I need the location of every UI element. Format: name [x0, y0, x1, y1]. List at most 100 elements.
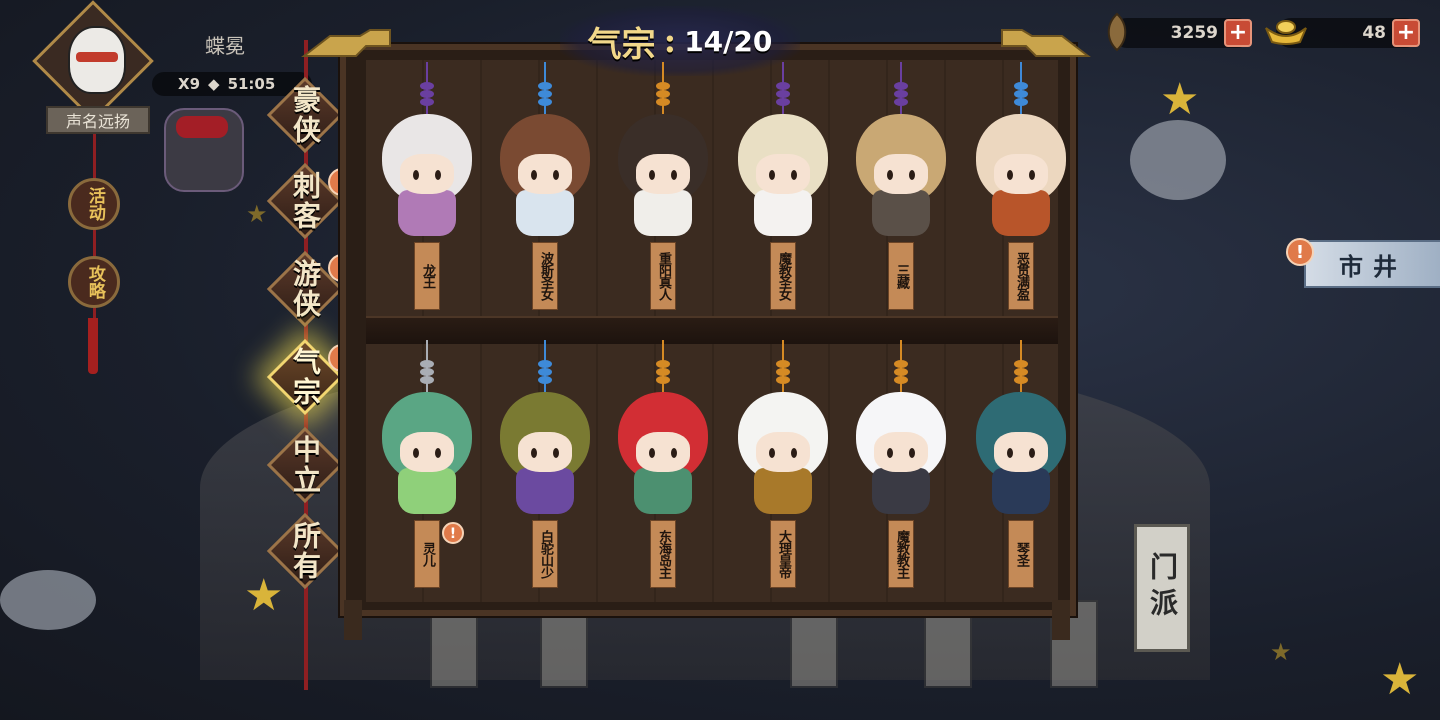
bead-icon — [420, 82, 434, 90]
star-icon: ★ — [1270, 638, 1292, 666]
character-slot[interactable]: 重阳真人 — [608, 62, 718, 322]
bead-icon — [420, 90, 434, 98]
pet-charm-icon[interactable] — [164, 108, 244, 192]
bead-icon — [894, 368, 908, 376]
bead-icon — [1014, 82, 1028, 90]
star-icon: ★ — [1380, 654, 1420, 705]
bead-icon — [1014, 90, 1028, 98]
tassel-icon — [88, 318, 98, 374]
menu-label: 所有 — [289, 521, 322, 581]
fox-mask-icon — [68, 26, 126, 94]
player-title[interactable]: 声名远扬 — [46, 106, 150, 134]
collection-title: 气宗 — [587, 24, 656, 65]
bead-icon — [656, 376, 670, 384]
character-face — [756, 432, 810, 472]
character-name-tag: 灵儿 — [414, 520, 440, 588]
bead-icon — [776, 360, 790, 368]
bead-icon — [538, 360, 552, 368]
bead-icon — [538, 82, 552, 90]
bead-icon — [656, 368, 670, 376]
diamond-icon: ◆ — [208, 75, 220, 93]
character-body — [398, 468, 456, 514]
activity-button[interactable]: 活动 — [66, 162, 122, 246]
bead-icon — [420, 98, 434, 106]
guide-button[interactable]: 攻略 — [66, 240, 122, 324]
character-slot[interactable]: 灵儿! — [372, 340, 482, 600]
character-slot[interactable]: 琴圣 — [966, 340, 1076, 600]
character-body — [872, 190, 930, 236]
character-body — [992, 190, 1050, 236]
bead-icon — [776, 368, 790, 376]
player-avatar[interactable] — [32, 0, 154, 122]
bead-icon — [894, 360, 908, 368]
bead-icon — [656, 98, 670, 106]
character-slot[interactable]: 白驼山少 — [490, 340, 600, 600]
background-cloud — [0, 570, 96, 630]
collection-progress: 14/20 — [684, 24, 773, 58]
alert-badge: ! — [442, 522, 464, 544]
character-name-tag: 大理皇帝 — [770, 520, 796, 588]
copper-value: 3259 — [1170, 23, 1218, 43]
character-face — [994, 432, 1048, 472]
copper-resource: 3259 + — [1112, 18, 1252, 48]
character-slot[interactable]: 三藏 — [846, 62, 956, 322]
add-copper-button[interactable]: + — [1224, 19, 1252, 47]
character-body — [516, 468, 574, 514]
bead-icon — [538, 98, 552, 106]
gold-ingot-icon — [1265, 20, 1307, 45]
menu-neutral[interactable]: 中立 — [262, 422, 348, 508]
bead-icon — [1014, 376, 1028, 384]
bead-icon — [538, 368, 552, 376]
gold-corner-ornament — [1001, 29, 1091, 57]
character-slot[interactable]: 东海岛主 — [608, 340, 718, 600]
player-name: 蝶冕 — [205, 34, 245, 58]
menu-hero[interactable]: 豪侠 — [262, 72, 348, 158]
gold-corner-ornament — [301, 29, 391, 57]
character-name-tag: 白驼山少 — [532, 520, 558, 588]
character-face — [636, 154, 690, 194]
menu-all[interactable]: 所有 — [262, 508, 348, 594]
add-gold-button[interactable]: + — [1392, 19, 1420, 47]
character-body — [754, 190, 812, 236]
sect-button[interactable]: 门派 — [1134, 524, 1190, 652]
bead-icon — [776, 90, 790, 98]
alert-badge: ! — [1286, 238, 1314, 266]
bead-icon — [894, 98, 908, 106]
character-face — [874, 154, 928, 194]
character-face — [400, 432, 454, 472]
character-name-tag: 恶贯满盈 — [1008, 242, 1034, 310]
character-body — [634, 190, 692, 236]
market-label: 市井 — [1339, 251, 1407, 281]
bead-icon — [776, 98, 790, 106]
guide-label: 攻略 — [68, 256, 120, 308]
market-button[interactable]: 市井 — [1304, 240, 1440, 288]
character-name-tag: 魔教圣女 — [770, 242, 796, 310]
menu-label: 中立 — [289, 435, 322, 495]
character-slot[interactable]: 大理皇帝 — [728, 340, 838, 600]
cabinet-leg — [344, 600, 362, 640]
bead-icon — [894, 376, 908, 384]
menu-label: 游侠 — [289, 259, 322, 319]
bead-icon — [776, 82, 790, 90]
character-name-tag: 魔教教主 — [888, 520, 914, 588]
character-slot[interactable]: 魔教教主 — [846, 340, 956, 600]
bead-icon — [1014, 360, 1028, 368]
character-slot[interactable]: 龙王 — [372, 62, 482, 322]
character-slot[interactable]: 魔教圣女 — [728, 62, 838, 322]
character-face — [400, 154, 454, 194]
character-body — [992, 468, 1050, 514]
star-icon: ★ — [1160, 74, 1200, 125]
bead-icon — [656, 82, 670, 90]
bead-icon — [538, 376, 552, 384]
character-face — [518, 154, 572, 194]
character-body — [398, 190, 456, 236]
character-name-tag: 三藏 — [888, 242, 914, 310]
bead-icon — [420, 360, 434, 368]
character-body — [872, 468, 930, 514]
bead-icon — [538, 90, 552, 98]
character-slot[interactable]: 恶贯满盈 — [966, 62, 1076, 322]
bead-icon — [656, 90, 670, 98]
character-slot[interactable]: 波斯圣女 — [490, 62, 600, 322]
bead-icon — [894, 90, 908, 98]
cabinet-leg — [1052, 600, 1070, 640]
